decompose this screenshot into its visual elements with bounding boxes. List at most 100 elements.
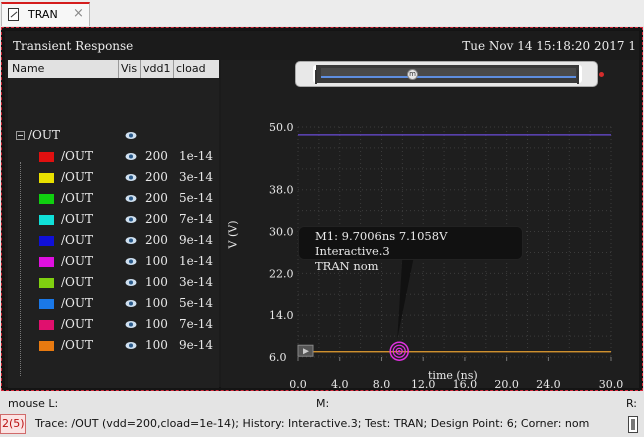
trace-vdd1: 100 — [145, 338, 168, 352]
marker-tooltip: M1: 9.7006ns 7.1058V Interactive.3 TRAN … — [298, 226, 523, 273]
scroll-handle-icon[interactable] — [628, 416, 638, 433]
trace-row[interactable]: /OUT 200 9e-14 — [8, 231, 219, 252]
waveform-frame: Transient Response Tue Nov 14 15:18:20 2… — [1, 27, 643, 391]
trace-color-swatch — [39, 278, 54, 288]
trace-list-header: Name Vis vdd1 cload — [8, 60, 219, 78]
trace-status-text: Trace: /OUT (vdd=200,cload=1e-14); Histo… — [35, 417, 590, 430]
trace-color-swatch — [39, 194, 54, 204]
trace-color-swatch — [39, 257, 54, 267]
x-tick-label: 8.0 — [373, 378, 391, 388]
trace-name: /OUT — [61, 212, 93, 226]
trace-row[interactable]: /OUT 100 5e-14 — [8, 294, 219, 315]
y-axis-label: V (V) — [226, 220, 240, 249]
marker-center — [398, 350, 401, 353]
graph-datetime: Tue Nov 14 15:18:20 2017 1 — [462, 39, 636, 53]
trace-cload: 7e-14 — [179, 212, 214, 226]
eye-icon[interactable] — [125, 320, 137, 329]
mouse-r-label: R: — [626, 397, 638, 410]
trace-name: /OUT — [61, 149, 93, 163]
eye-icon[interactable] — [125, 215, 137, 224]
y-tick-label: 6.0 — [269, 351, 287, 364]
mouse-m-label: M: — [316, 397, 330, 410]
eye-icon[interactable] — [125, 173, 137, 182]
tooltip-line2: TRAN nom — [315, 259, 379, 273]
mouse-l-label: mouse L: — [8, 397, 59, 410]
trace-name: /OUT — [61, 338, 93, 352]
trace-row[interactable]: /OUT 100 1e-14 — [8, 252, 219, 273]
eye-icon[interactable] — [125, 257, 137, 266]
trace-root-row[interactable]: /OUT — [8, 126, 219, 147]
trace-vdd1: 200 — [145, 191, 168, 205]
trace-name: /OUT — [61, 275, 93, 289]
trace-list: Name Vis vdd1 cload /OUT /OUT 200 1e-14/OU… — [8, 60, 219, 388]
trace-cload: 9e-14 — [179, 233, 214, 247]
trace-row[interactable]: /OUT 100 9e-14 — [8, 336, 219, 357]
tab-bar: TRAN × — [0, 0, 644, 26]
column-vdd1[interactable]: vdd1 — [143, 62, 170, 75]
trace-row[interactable]: /OUT 200 7e-14 — [8, 210, 219, 231]
trace-vdd1: 200 — [145, 170, 168, 184]
eye-icon[interactable] — [125, 152, 137, 161]
trace-row[interactable]: /OUT 200 3e-14 — [8, 168, 219, 189]
x-tick-label: 24.0 — [536, 378, 561, 388]
eye-icon[interactable] — [125, 236, 137, 245]
column-cload[interactable]: cload — [176, 62, 206, 75]
trace-name: /OUT — [61, 317, 93, 331]
trace-color-swatch — [39, 341, 54, 351]
trace-color-swatch — [39, 236, 54, 246]
x-axis-label: time (ns) — [428, 369, 478, 382]
tab-label: TRAN — [28, 8, 58, 21]
collapse-icon[interactable] — [16, 131, 25, 140]
x-tick-label: 4.0 — [331, 378, 349, 388]
trace-vdd1: 100 — [145, 317, 168, 331]
trace-color-swatch — [39, 215, 54, 225]
tooltip-line1: M1: 9.7006ns 7.1058V Interactive.3 — [315, 229, 448, 258]
trace-color-swatch — [39, 320, 54, 330]
trace-row[interactable]: /OUT 100 7e-14 — [8, 315, 219, 336]
status-badge[interactable]: 2(5) — [0, 414, 26, 434]
trace-cload: 7e-14 — [179, 317, 214, 331]
trace-vdd1: 200 — [145, 212, 168, 226]
trace-cload: 1e-14 — [179, 149, 214, 163]
waveform-panel: Transient Response Tue Nov 14 15:18:20 2… — [5, 31, 639, 388]
x-tick-label: 30.0 — [599, 378, 624, 388]
trace-root-name: /OUT — [28, 128, 60, 142]
trace-vdd1: 100 — [145, 275, 168, 289]
trace-color-swatch — [39, 173, 54, 183]
x-tick-label: 0.0 — [289, 378, 307, 388]
column-name[interactable]: Name — [12, 62, 44, 75]
trace-name: /OUT — [61, 254, 93, 268]
eye-icon[interactable] — [125, 341, 137, 350]
close-icon[interactable]: × — [73, 6, 84, 21]
x-tick-label: 20.0 — [494, 378, 518, 388]
trace-name: /OUT — [61, 191, 93, 205]
trace-cload: 5e-14 — [179, 296, 214, 310]
eye-icon[interactable] — [125, 194, 137, 203]
trace-vdd1: 200 — [145, 233, 168, 247]
trace-vdd1: 100 — [145, 296, 168, 310]
trace-name: /OUT — [61, 296, 93, 310]
trace-color-swatch — [39, 152, 54, 162]
tab-tran[interactable]: TRAN × — [1, 2, 90, 26]
column-vis[interactable]: Vis — [121, 62, 137, 75]
trace-vdd1: 200 — [145, 149, 168, 163]
trace-row[interactable]: /OUT 100 3e-14 — [8, 273, 219, 294]
y-tick-label: 22.0 — [269, 267, 294, 280]
trace-row[interactable]: /OUT 200 5e-14 — [8, 189, 219, 210]
y-tick-label: 50.0 — [269, 121, 294, 134]
eye-icon[interactable] — [125, 278, 137, 287]
waveform-chart[interactable]: 50.038.030.022.014.06.00.0 4.0 8.0 12.0 16.0… — [221, 60, 639, 388]
document-icon — [8, 8, 19, 21]
trace-cload: 5e-14 — [179, 191, 214, 205]
trace-cload: 1e-14 — [179, 254, 214, 268]
graph-title: Transient Response — [13, 39, 134, 53]
trace-name: /OUT — [61, 170, 93, 184]
trace-name: /OUT — [61, 233, 93, 247]
y-tick-label: 38.0 — [269, 184, 294, 197]
eye-icon[interactable] — [125, 299, 137, 308]
trace-row[interactable]: /OUT 200 1e-14 — [8, 147, 219, 168]
y-tick-label: 30.0 — [269, 226, 294, 239]
trace-vdd1: 100 — [145, 254, 168, 268]
trace-cload: 9e-14 — [179, 338, 214, 352]
eye-icon[interactable] — [125, 131, 137, 140]
